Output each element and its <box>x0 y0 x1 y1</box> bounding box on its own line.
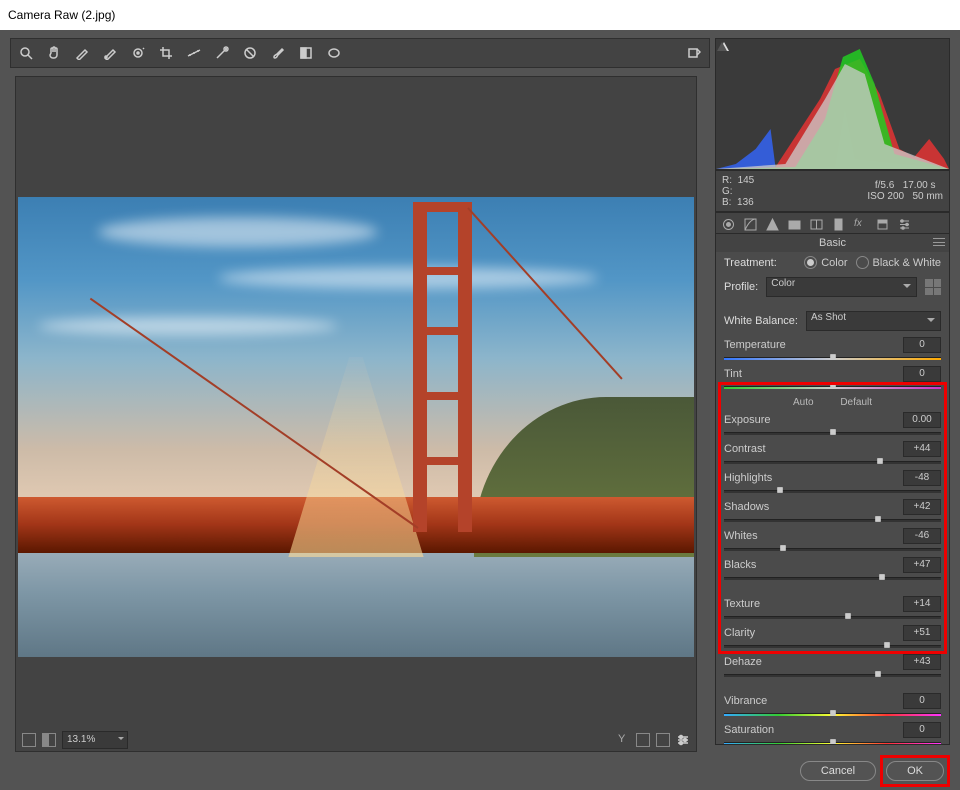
preview-area: 13.1% Y <box>15 76 697 752</box>
blacks-label: Blacks <box>724 559 756 571</box>
vibrance-value[interactable]: 0 <box>903 693 941 709</box>
clarity-value[interactable]: +51 <box>903 625 941 641</box>
zoom-select[interactable]: 13.1% <box>62 731 128 749</box>
wb-select[interactable]: As Shot <box>806 311 941 331</box>
panel-menu-icon[interactable] <box>933 238 945 246</box>
view-single-icon[interactable] <box>22 733 36 747</box>
tab-curve-icon[interactable] <box>744 218 757 231</box>
window-title: Camera Raw (2.jpg) <box>0 0 960 31</box>
treatment-bw-radio[interactable]: Black & White <box>856 256 941 269</box>
preview-status-bar: 13.1% Y <box>16 729 696 751</box>
contrast-label: Contrast <box>724 443 766 455</box>
preview-toggle-icon[interactable]: Y <box>618 733 630 745</box>
target-adjust-tool-icon[interactable] <box>131 46 145 60</box>
contrast-slider[interactable]: Contrast +44 <box>716 441 949 466</box>
saturation-value[interactable]: 0 <box>903 722 941 738</box>
temperature-slider[interactable]: Temperature 0 <box>716 337 949 362</box>
right-panel: R: 145 G: B: 136 f/5.6 17.00 s ISO 200 5… <box>715 38 950 745</box>
gradient-tool-icon[interactable] <box>299 46 313 60</box>
dehaze-value[interactable]: +43 <box>903 654 941 670</box>
temperature-value[interactable]: 0 <box>903 337 941 353</box>
ok-button[interactable]: OK <box>886 761 944 781</box>
brush-tool-icon[interactable] <box>271 46 285 60</box>
tab-fx-icon[interactable]: fx <box>854 218 867 231</box>
clarity-slider[interactable]: Clarity +51 <box>716 625 949 650</box>
profile-label: Profile: <box>724 281 758 293</box>
shadows-slider[interactable]: Shadows +42 <box>716 499 949 524</box>
exposure-value[interactable]: 0.00 <box>903 412 941 428</box>
tab-presets-icon[interactable] <box>898 218 911 231</box>
before-after-icon[interactable] <box>636 733 650 747</box>
view-compare-icon[interactable] <box>42 733 56 747</box>
tab-basic-icon[interactable] <box>722 218 735 231</box>
tab-calib-icon[interactable] <box>876 218 889 231</box>
redeye-tool-icon[interactable] <box>243 46 257 60</box>
exposure-label: Exposure <box>724 414 770 426</box>
tab-split-icon[interactable] <box>810 218 823 231</box>
tint-value[interactable]: 0 <box>903 366 941 382</box>
heal-tool-icon[interactable] <box>215 46 229 60</box>
straighten-tool-icon[interactable] <box>187 46 201 60</box>
tab-lens-icon[interactable] <box>832 218 845 231</box>
panel-header: Basic <box>716 234 949 252</box>
saturation-slider[interactable]: Saturation 0 <box>716 722 949 745</box>
radial-tool-icon[interactable] <box>327 46 341 60</box>
settings-icon[interactable] <box>676 733 690 747</box>
toolbar <box>10 38 710 68</box>
saturation-label: Saturation <box>724 724 774 736</box>
vibrance-slider[interactable]: Vibrance 0 <box>716 693 949 718</box>
preferences-icon[interactable] <box>687 46 701 60</box>
texture-label: Texture <box>724 598 760 610</box>
dehaze-slider[interactable]: Dehaze +43 <box>716 654 949 679</box>
whites-label: Whites <box>724 530 758 542</box>
profile-browser-icon[interactable] <box>925 279 941 295</box>
auto-link[interactable]: Auto <box>793 397 814 408</box>
info-readout: R: 145 G: B: 136 f/5.6 17.00 s ISO 200 5… <box>715 170 950 212</box>
temperature-label: Temperature <box>724 339 786 351</box>
default-link[interactable]: Default <box>840 397 872 408</box>
profile-select[interactable]: Color <box>766 277 917 297</box>
texture-value[interactable]: +14 <box>903 596 941 612</box>
highlights-label: Highlights <box>724 472 772 484</box>
cancel-button[interactable]: Cancel <box>800 761 876 781</box>
dehaze-label: Dehaze <box>724 656 762 668</box>
tab-detail-icon[interactable] <box>766 218 779 231</box>
shadows-value[interactable]: +42 <box>903 499 941 515</box>
preview-image[interactable] <box>18 197 694 657</box>
tint-slider[interactable]: Tint 0 <box>716 366 949 391</box>
highlights-value[interactable]: -48 <box>903 470 941 486</box>
zoom-tool-icon[interactable] <box>19 46 33 60</box>
wb-label: White Balance: <box>724 315 798 327</box>
white-balance-tool-icon[interactable] <box>75 46 89 60</box>
camera-raw-dialog: 13.1% Y R: 145 G: B: 1 <box>0 30 960 790</box>
tab-hsl-icon[interactable] <box>788 218 801 231</box>
color-sampler-tool-icon[interactable] <box>103 46 117 60</box>
tint-label: Tint <box>724 368 742 380</box>
hand-tool-icon[interactable] <box>47 46 61 60</box>
highlights-slider[interactable]: Highlights -48 <box>716 470 949 495</box>
blacks-value[interactable]: +47 <box>903 557 941 573</box>
auto-default-links: Auto Default <box>716 395 949 410</box>
blacks-slider[interactable]: Blacks +47 <box>716 557 949 582</box>
whites-slider[interactable]: Whites -46 <box>716 528 949 553</box>
texture-slider[interactable]: Texture +14 <box>716 596 949 621</box>
whites-value[interactable]: -46 <box>903 528 941 544</box>
histogram[interactable] <box>715 38 950 170</box>
clarity-label: Clarity <box>724 627 755 639</box>
shadows-label: Shadows <box>724 501 769 513</box>
exposure-slider[interactable]: Exposure 0.00 <box>716 412 949 437</box>
treatment-label: Treatment: <box>724 257 777 269</box>
basic-panel: Basic Treatment: Color Black & White Pro… <box>715 233 950 745</box>
swap-icon[interactable] <box>656 733 670 747</box>
dialog-buttons: Cancel OK <box>0 752 960 790</box>
treatment-color-radio[interactable]: Color <box>804 256 847 269</box>
vibrance-label: Vibrance <box>724 695 767 707</box>
contrast-value[interactable]: +44 <box>903 441 941 457</box>
crop-tool-icon[interactable] <box>159 46 173 60</box>
